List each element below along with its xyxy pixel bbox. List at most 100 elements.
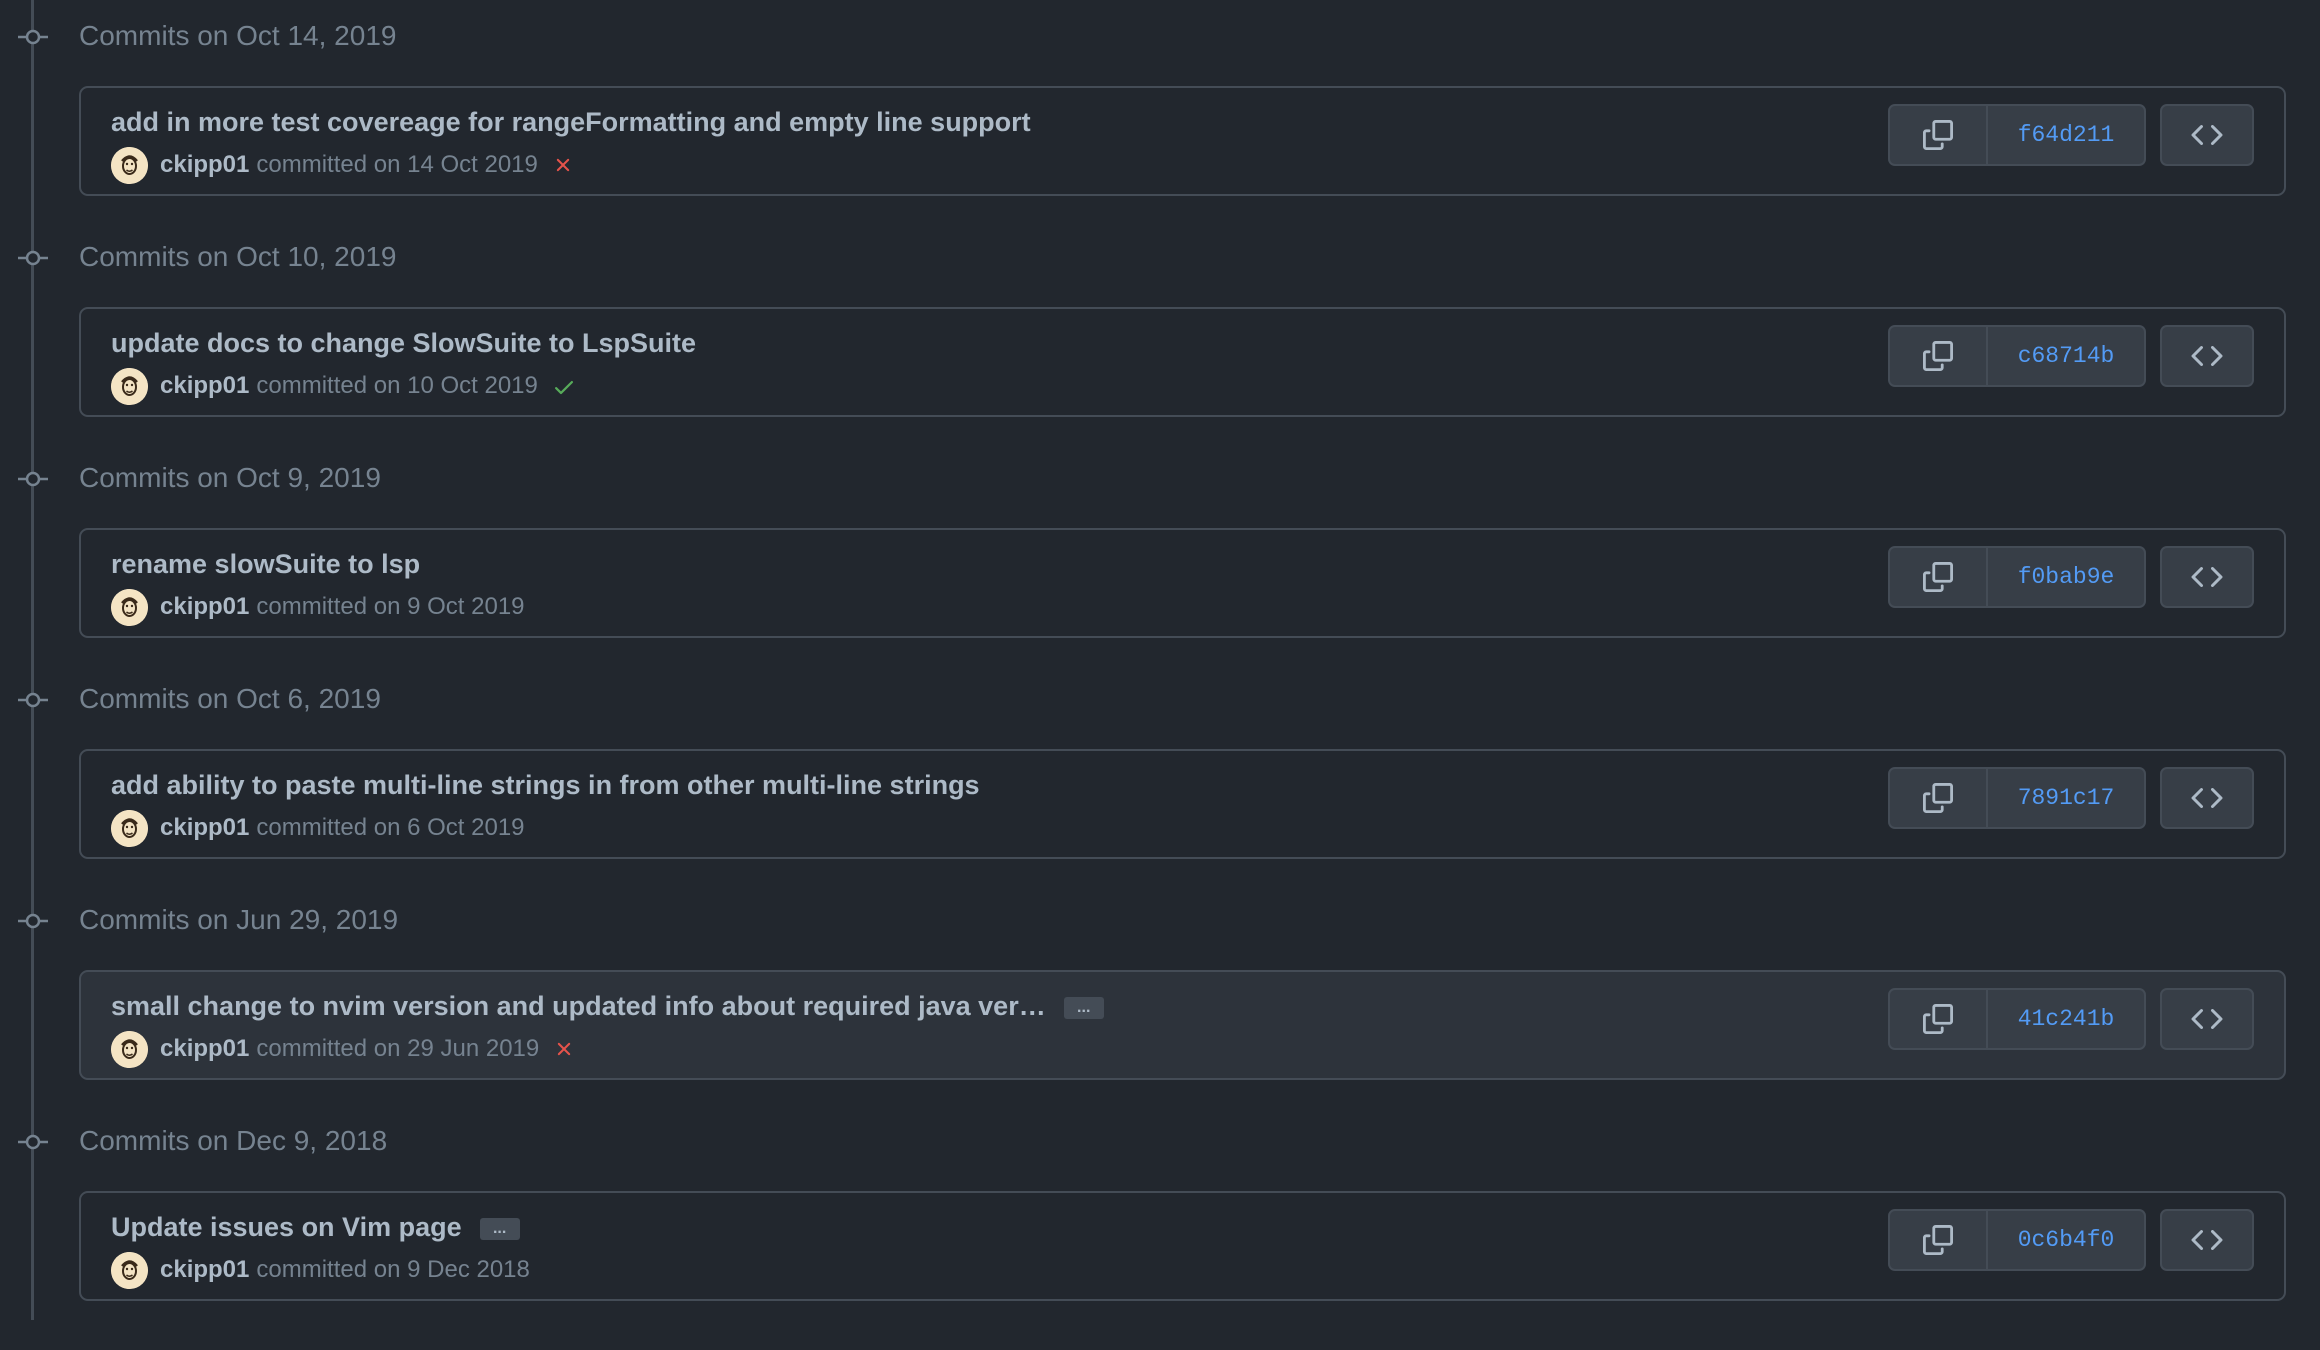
git-commit-icon (18, 250, 48, 266)
commit-group-header: Commits on Oct 9, 2019 (0, 442, 1200, 516)
commit-author-link[interactable]: ckipp01 (160, 814, 249, 842)
copy-icon (1923, 562, 1953, 592)
commit-author-link[interactable]: ckipp01 (160, 593, 249, 621)
commit-group-header: Commits on Jun 29, 2019 (0, 884, 1200, 958)
commit-date: committed on 14 Oct 2019 (256, 151, 538, 178)
commit-group-date: Commits on Oct 10, 2019 (79, 241, 397, 272)
commit-meta: ckipp01 committed on 29 Jun 2019 (111, 1030, 575, 1068)
copy-sha-button[interactable] (1890, 1211, 1988, 1269)
commit-title-row: add in more test covereage for rangeForm… (111, 104, 1031, 140)
commit-sha-link[interactable]: f0bab9e (1988, 548, 2144, 606)
commit-group: Commits on Oct 14, 2019 add in more test… (0, 0, 2320, 221)
git-commit-icon (18, 913, 48, 929)
avatar-face-icon (111, 146, 148, 184)
browse-repo-button[interactable] (2160, 988, 2254, 1050)
commit-actions: 41c241b (1888, 988, 2146, 1050)
avatar[interactable] (111, 809, 148, 847)
code-icon (2191, 1229, 2223, 1251)
commit-author-link[interactable]: ckipp01 (160, 151, 249, 179)
commit-group: Commits on Oct 10, 2019 update docs to c… (0, 221, 2320, 442)
avatar-face-icon (111, 1030, 148, 1068)
commit-meta: ckipp01 committed on 14 Oct 2019 (111, 146, 574, 184)
commit-date: committed on 6 Oct 2019 (256, 814, 525, 841)
commit-actions: c68714b (1888, 325, 2146, 387)
avatar-face-icon (111, 367, 148, 405)
copy-sha-button[interactable] (1890, 769, 1988, 827)
expand-message-button[interactable]: ... (1063, 996, 1104, 1019)
commit-timeline: Commits on Oct 14, 2019 add in more test… (0, 0, 2320, 1350)
commit-title-row: update docs to change SlowSuite to LspSu… (111, 325, 696, 361)
commit-message-link[interactable]: add in more test covereage for rangeForm… (111, 104, 1031, 140)
commit-sha-link[interactable]: 7891c17 (1988, 769, 2144, 827)
code-icon (2191, 345, 2223, 367)
x-icon[interactable] (552, 154, 574, 176)
commit-author-link[interactable]: ckipp01 (160, 372, 249, 400)
commit-title-row: add ability to paste multi-line strings … (111, 767, 980, 803)
copy-sha-button[interactable] (1890, 548, 1988, 606)
copy-icon (1923, 341, 1953, 371)
avatar[interactable] (111, 1251, 148, 1289)
commit-message-link[interactable]: rename slowSuite to lsp (111, 546, 420, 582)
browse-repo-button[interactable] (2160, 104, 2254, 166)
browse-repo-button[interactable] (2160, 1209, 2254, 1271)
avatar-face-icon (111, 1251, 148, 1289)
commit-meta: ckipp01 committed on 9 Dec 2018 (111, 1251, 530, 1289)
commit-meta: ckipp01 committed on 10 Oct 2019 (111, 367, 574, 405)
code-icon (2191, 566, 2223, 588)
commit-date: committed on 9 Oct 2019 (256, 593, 525, 620)
commit-sha-link[interactable]: 41c241b (1988, 990, 2144, 1048)
commit-author-link[interactable]: ckipp01 (160, 1256, 249, 1284)
browse-repo-button[interactable] (2160, 325, 2254, 387)
avatar[interactable] (111, 367, 148, 405)
commit-actions: 7891c17 (1888, 767, 2146, 829)
git-commit-icon (18, 692, 48, 708)
commit-date: committed on 9 Dec 2018 (256, 1256, 530, 1283)
check-icon[interactable] (552, 375, 574, 397)
commit-message-link[interactable]: small change to nvim version and updated… (111, 988, 1046, 1024)
browse-repo-button[interactable] (2160, 767, 2254, 829)
commit-item: small change to nvim version and updated… (79, 970, 2286, 1080)
commit-group-header: Commits on Dec 9, 2018 (0, 1105, 1200, 1179)
commit-message-link[interactable]: Update issues on Vim page (111, 1209, 462, 1245)
commit-group-date: Commits on Dec 9, 2018 (79, 1125, 388, 1156)
commit-group-date: Commits on Oct 6, 2019 (79, 683, 381, 714)
commit-group: Commits on Dec 9, 2018 Update issues on … (0, 1105, 2320, 1326)
commit-item: update docs to change SlowSuite to LspSu… (79, 307, 2286, 417)
commit-sha-link[interactable]: c68714b (1988, 327, 2144, 385)
copy-icon (1923, 1225, 1953, 1255)
commit-sha-link[interactable]: f64d211 (1988, 106, 2144, 164)
commit-group-header: Commits on Oct 6, 2019 (0, 663, 1200, 737)
copy-icon (1923, 783, 1953, 813)
copy-icon (1923, 120, 1953, 150)
commit-item: add in more test covereage for rangeForm… (79, 86, 2286, 196)
commit-sha-link[interactable]: 0c6b4f0 (1988, 1211, 2144, 1269)
copy-sha-button[interactable] (1890, 106, 1988, 164)
avatar-face-icon (111, 809, 148, 847)
git-commit-icon (18, 1134, 48, 1150)
commit-message-link[interactable]: update docs to change SlowSuite to LspSu… (111, 325, 696, 361)
copy-sha-button[interactable] (1890, 327, 1988, 385)
copy-sha-button[interactable] (1890, 990, 1988, 1048)
x-icon[interactable] (553, 1038, 575, 1060)
commit-group-date: Commits on Oct 14, 2019 (79, 20, 397, 51)
commit-item: add ability to paste multi-line strings … (79, 749, 2286, 859)
avatar-face-icon (111, 588, 148, 626)
browse-repo-button[interactable] (2160, 546, 2254, 608)
avatar[interactable] (111, 588, 148, 626)
commit-group: Commits on Oct 6, 2019 add ability to pa… (0, 663, 2320, 884)
git-commit-icon (18, 471, 48, 487)
avatar[interactable] (111, 1030, 148, 1068)
commit-message-link[interactable]: add ability to paste multi-line strings … (111, 767, 980, 803)
commit-group-header: Commits on Oct 10, 2019 (0, 221, 1200, 295)
commit-actions: 0c6b4f0 (1888, 1209, 2146, 1271)
expand-message-button[interactable]: ... (479, 1217, 520, 1240)
commit-group-date: Commits on Oct 9, 2019 (79, 462, 381, 493)
commit-author-link[interactable]: ckipp01 (160, 1035, 249, 1063)
commit-group-date: Commits on Jun 29, 2019 (79, 904, 399, 935)
git-commit-icon (18, 29, 48, 45)
commit-meta: ckipp01 committed on 6 Oct 2019 (111, 809, 525, 847)
commit-group-header: Commits on Oct 14, 2019 (0, 0, 1200, 74)
copy-icon (1923, 1004, 1953, 1034)
commit-actions: f64d211 (1888, 104, 2146, 166)
avatar[interactable] (111, 146, 148, 184)
